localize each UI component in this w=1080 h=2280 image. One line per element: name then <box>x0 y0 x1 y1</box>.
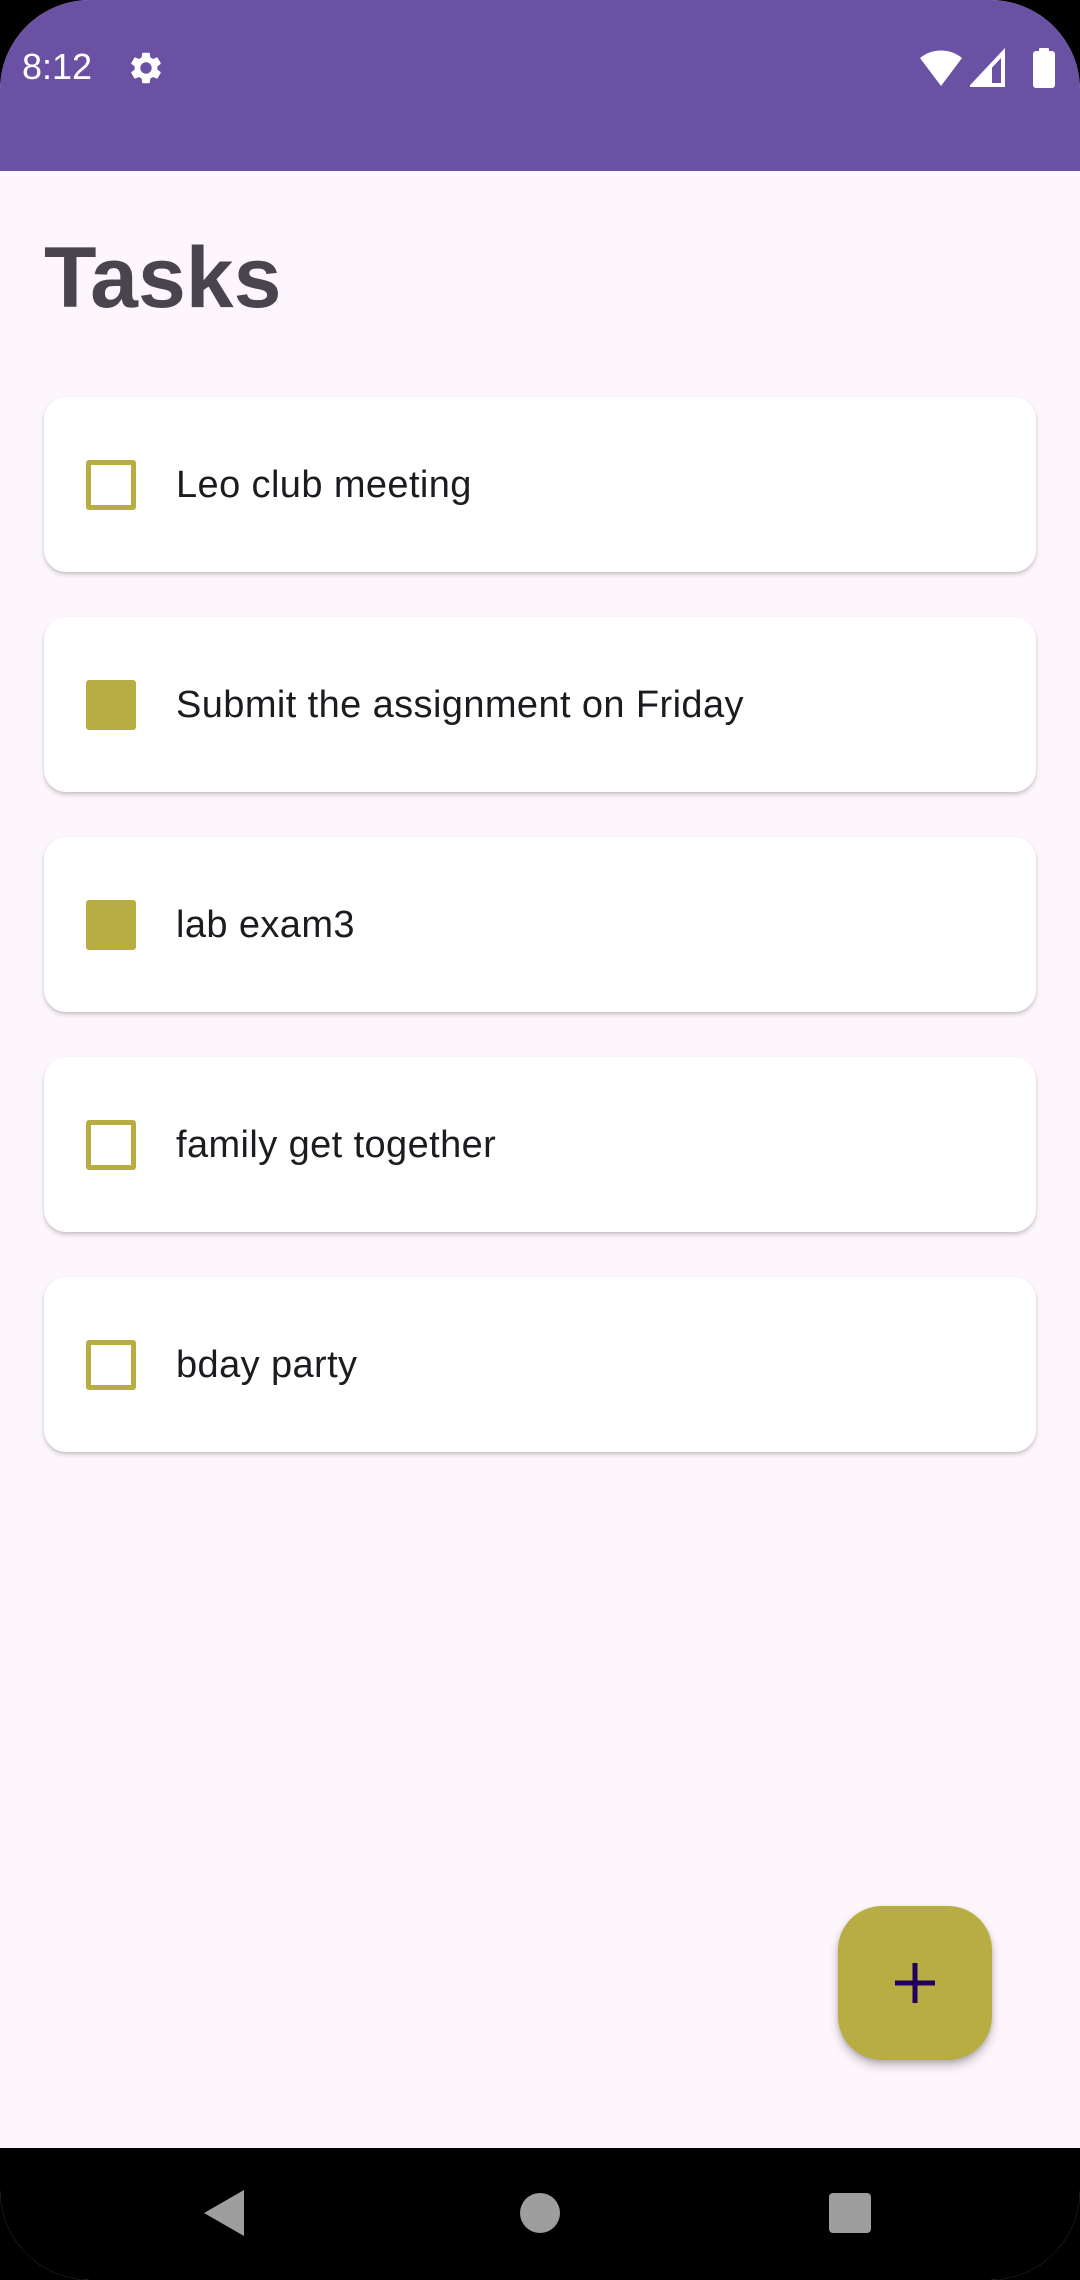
task-checkbox[interactable] <box>86 680 136 730</box>
task-label: bday party <box>176 1344 358 1386</box>
status-icons <box>920 48 1060 88</box>
cell-signal-icon <box>970 48 1005 87</box>
back-icon[interactable] <box>204 2190 244 2236</box>
status-bar: 8:12 <box>0 0 1080 171</box>
task-label: family get together <box>176 1124 497 1166</box>
status-time: 8:12 <box>22 46 93 87</box>
task-checkbox[interactable] <box>86 1120 136 1170</box>
task-card[interactable]: Submit the assignment on Friday <box>44 617 1036 792</box>
home-icon[interactable] <box>519 2192 561 2234</box>
task-checkbox[interactable] <box>86 1340 136 1390</box>
task-checkbox[interactable] <box>86 460 136 510</box>
app-screen: 8:12 Tasks Leo club meeting Submit the a… <box>0 0 1080 2280</box>
task-card[interactable]: lab exam3 <box>44 837 1036 1012</box>
task-label: Leo club meeting <box>176 464 472 506</box>
add-task-button[interactable] <box>838 1906 992 2060</box>
task-card[interactable]: bday party <box>44 1277 1036 1452</box>
task-card[interactable]: family get together <box>44 1057 1036 1232</box>
navigation-bar <box>0 2148 1080 2280</box>
task-list: Leo club meeting Submit the assignment o… <box>44 397 1036 1497</box>
battery-icon <box>1033 48 1055 88</box>
task-card[interactable]: Leo club meeting <box>44 397 1036 572</box>
plus-icon <box>895 1963 935 2003</box>
task-checkbox[interactable] <box>86 900 136 950</box>
task-label: Submit the assignment on Friday <box>176 684 744 726</box>
recents-icon[interactable] <box>829 2193 871 2233</box>
settings-gear-icon <box>131 52 161 84</box>
page-title: Tasks <box>44 230 282 326</box>
wifi-icon <box>920 50 962 86</box>
task-label: lab exam3 <box>176 904 355 946</box>
